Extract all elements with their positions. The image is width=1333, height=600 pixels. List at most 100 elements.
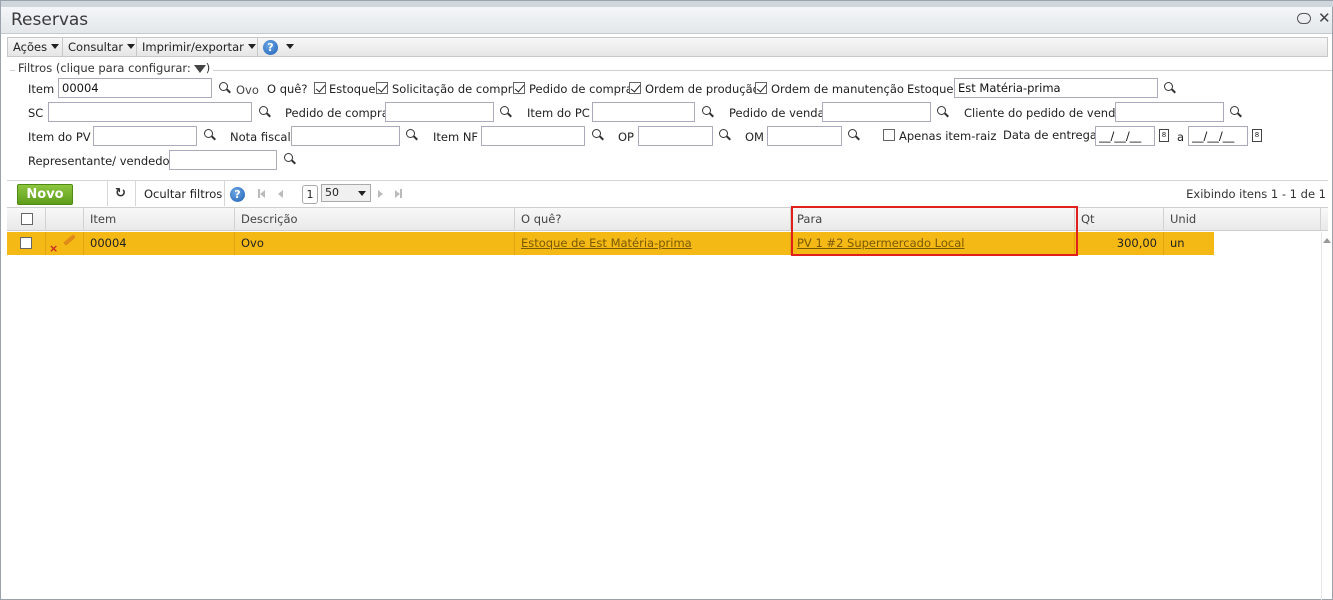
oque-label: O quê? bbox=[267, 82, 308, 96]
menu-imprimir-label: Imprimir/exportar bbox=[142, 40, 244, 54]
search-icon[interactable] bbox=[259, 106, 271, 118]
page-size-select[interactable]: 50 bbox=[321, 184, 371, 202]
item-nf-input[interactable] bbox=[481, 126, 585, 146]
search-icon[interactable] bbox=[1164, 82, 1176, 94]
actions-header bbox=[46, 208, 84, 231]
close-icon[interactable]: ✕ bbox=[1318, 9, 1331, 27]
select-all-cell[interactable] bbox=[7, 208, 46, 231]
divider bbox=[107, 181, 108, 206]
check-apenas-item-raiz[interactable] bbox=[883, 129, 895, 141]
check-pedido-compra[interactable] bbox=[513, 82, 525, 94]
representante-input[interactable] bbox=[169, 150, 277, 170]
search-icon[interactable] bbox=[406, 129, 418, 141]
search-icon[interactable] bbox=[204, 129, 216, 141]
om-label: OM bbox=[745, 130, 764, 144]
row-checkbox[interactable] bbox=[20, 237, 32, 249]
item-input[interactable] bbox=[58, 78, 212, 98]
row-select-cell[interactable] bbox=[7, 232, 46, 255]
op-input[interactable] bbox=[638, 126, 713, 146]
last-page-bar bbox=[400, 189, 402, 198]
chevron-down-icon bbox=[127, 44, 136, 49]
page-number[interactable]: 1 bbox=[302, 185, 318, 204]
check-ordem-producao-label: Ordem de produção bbox=[645, 82, 760, 96]
calendar-icon[interactable]: 8 bbox=[1252, 129, 1262, 142]
reservas-window: Reservas ✕ Ações Consultar Imprimir/expo… bbox=[0, 0, 1333, 600]
cliente-input[interactable] bbox=[1115, 102, 1224, 122]
filters-legend-close: ) bbox=[205, 61, 211, 75]
search-icon[interactable] bbox=[937, 106, 949, 118]
search-icon[interactable] bbox=[848, 129, 860, 141]
om-input[interactable] bbox=[767, 126, 842, 146]
item-pc-input[interactable] bbox=[592, 102, 695, 122]
check-ordem-manutencao[interactable] bbox=[755, 82, 767, 94]
search-icon[interactable] bbox=[500, 106, 512, 118]
cell-item: 00004 bbox=[84, 232, 235, 255]
item-nf-label: Item NF bbox=[433, 130, 479, 144]
item-label: Item bbox=[28, 82, 55, 96]
col-descricao[interactable]: Descrição bbox=[235, 208, 515, 231]
refresh-icon[interactable]: ↻ bbox=[115, 186, 126, 201]
col-qt[interactable]: Qt bbox=[1075, 208, 1164, 231]
apenas-label: Apenas item-raiz bbox=[899, 129, 997, 143]
search-icon[interactable] bbox=[592, 129, 604, 141]
item-pv-input[interactable] bbox=[93, 126, 197, 146]
col-item[interactable]: Item bbox=[84, 208, 235, 231]
page-size-value: 50 bbox=[325, 186, 339, 199]
select-all-checkbox[interactable] bbox=[21, 213, 33, 225]
table-row[interactable]: × 00004 Ovo Estoque de Est Matéria-prima… bbox=[7, 232, 1214, 255]
check-solicitacao[interactable] bbox=[376, 82, 388, 94]
search-icon[interactable] bbox=[1230, 106, 1242, 118]
scrollbar-track[interactable] bbox=[1321, 232, 1322, 600]
funnel-icon[interactable] bbox=[193, 65, 206, 73]
chevron-down-icon bbox=[358, 191, 366, 196]
pedido-compra-input[interactable] bbox=[385, 102, 494, 122]
date-to-input[interactable] bbox=[1188, 126, 1248, 146]
pedido-venda-label: Pedido de venda bbox=[729, 106, 825, 120]
scroll-up-icon[interactable] bbox=[1323, 238, 1331, 243]
edit-icon[interactable] bbox=[63, 234, 76, 246]
prev-page-icon[interactable] bbox=[278, 190, 283, 198]
menu-imprimir[interactable]: Imprimir/exportar bbox=[137, 38, 258, 56]
search-icon[interactable] bbox=[719, 129, 731, 141]
search-icon[interactable] bbox=[702, 106, 714, 118]
op-label: OP bbox=[618, 130, 634, 144]
check-ordem-producao[interactable] bbox=[629, 82, 641, 94]
check-estoque[interactable] bbox=[314, 82, 326, 94]
date-separator: a bbox=[1177, 130, 1185, 144]
date-from-input[interactable] bbox=[1095, 126, 1155, 146]
col-oque[interactable]: O quê? bbox=[515, 208, 791, 231]
chevron-down-icon bbox=[51, 44, 60, 49]
sc-input[interactable] bbox=[48, 102, 252, 122]
menu-help[interactable]: ? bbox=[258, 38, 298, 56]
chat-icon[interactable] bbox=[1297, 13, 1311, 24]
sc-label: SC bbox=[28, 106, 44, 120]
ocultar-filtros-button[interactable]: Ocultar filtros bbox=[144, 187, 222, 201]
check-estoque-label: Estoque bbox=[329, 82, 376, 96]
nota-fiscal-input[interactable] bbox=[291, 126, 400, 146]
cell-oque: Estoque de Est Matéria-prima bbox=[515, 232, 791, 255]
menu-acoes-label: Ações bbox=[13, 40, 48, 54]
calendar-icon[interactable]: 8 bbox=[1159, 129, 1169, 142]
cell-para: PV 1 #2 Supermercado Local bbox=[791, 232, 1075, 255]
menu-acoes[interactable]: Ações bbox=[8, 38, 63, 56]
first-page-bar bbox=[258, 189, 260, 198]
divider bbox=[224, 181, 225, 206]
search-icon[interactable] bbox=[219, 82, 231, 94]
col-para[interactable]: Para bbox=[791, 208, 1075, 231]
para-link[interactable]: PV 1 #2 Supermercado Local bbox=[797, 236, 964, 250]
pedido-venda-input[interactable] bbox=[822, 102, 931, 122]
novo-button[interactable]: Novo bbox=[17, 184, 73, 205]
help-icon[interactable]: ? bbox=[230, 187, 245, 202]
col-unid[interactable]: Unid bbox=[1164, 208, 1321, 231]
first-page-icon[interactable] bbox=[260, 190, 265, 198]
menu-bar: Ações Consultar Imprimir/exportar ? bbox=[7, 37, 1328, 57]
title-bar: Reservas ✕ bbox=[1, 7, 1332, 34]
next-page-icon[interactable] bbox=[378, 190, 383, 198]
menu-consultar[interactable]: Consultar bbox=[63, 38, 137, 56]
oque-link[interactable]: Estoque de Est Matéria-prima bbox=[521, 236, 692, 250]
menu-consultar-label: Consultar bbox=[68, 40, 124, 54]
estoque-input[interactable] bbox=[954, 78, 1158, 98]
filters-legend[interactable]: Filtros (clique para configurar:) bbox=[15, 61, 214, 75]
search-icon[interactable] bbox=[284, 153, 296, 165]
delete-icon[interactable]: × bbox=[49, 237, 58, 260]
